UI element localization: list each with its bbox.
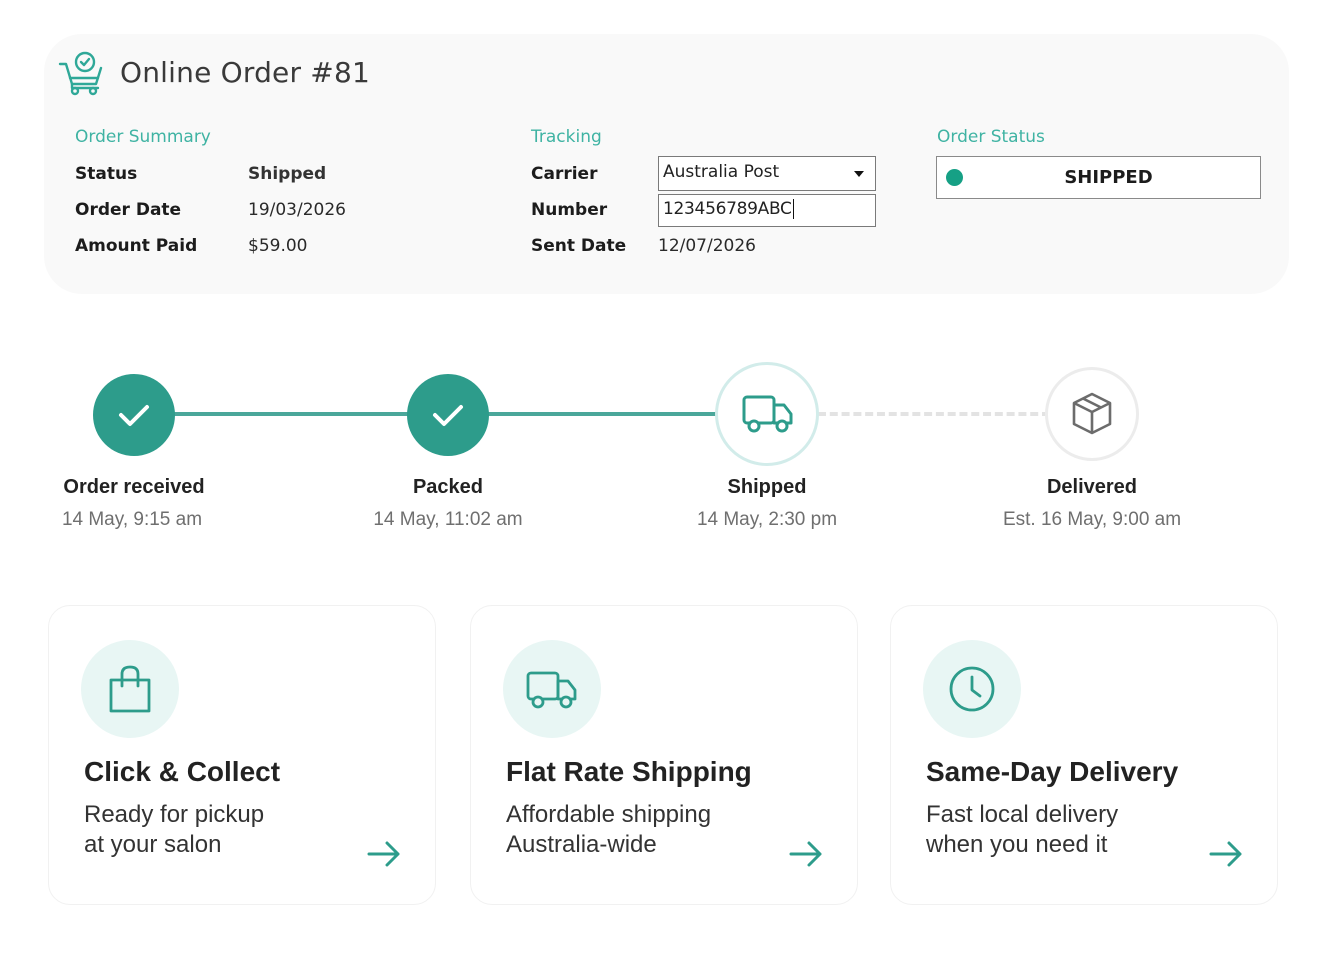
- tracking-number-value: 123456789ABC: [663, 199, 792, 219]
- order-date-value: 19/03/2026: [248, 200, 346, 220]
- arrow-right-icon[interactable]: [788, 839, 824, 869]
- carrier-label: Carrier: [531, 164, 598, 184]
- card-title: Click & Collect: [84, 756, 281, 787]
- step-shipped-label: Shipped: [727, 476, 807, 498]
- amount-paid-value: $59.00: [248, 236, 308, 256]
- carrier-select-value: Australia Post: [663, 162, 780, 182]
- page-title: Online Order #81: [120, 56, 370, 89]
- step-delivered-label: Delivered: [1046, 476, 1138, 498]
- status-label: Status: [75, 164, 138, 184]
- step-order-received-marker: [93, 374, 175, 456]
- check-icon: [433, 405, 463, 426]
- amount-paid-label: Amount Paid: [75, 236, 198, 256]
- step-order-received-label: Order received: [63, 476, 205, 498]
- cart-check-icon: [58, 50, 104, 98]
- step-packed-marker: [407, 374, 489, 456]
- card-description-line: Australia-wide: [506, 831, 657, 858]
- truck-icon: [526, 671, 577, 709]
- chevron-down-icon[interactable]: [854, 171, 864, 177]
- card-description-line: Fast local delivery: [926, 801, 1119, 828]
- card-icon-circle: [81, 640, 179, 738]
- sent-date-value: 12/07/2026: [658, 236, 756, 256]
- card-description-line: Ready for pickup: [84, 801, 265, 828]
- arrow-right-icon[interactable]: [1208, 839, 1244, 869]
- order-status-value: SHIPPED: [1064, 167, 1153, 188]
- number-label: Number: [531, 200, 608, 220]
- clock-icon: [949, 666, 995, 712]
- step-order-received-time: 14 May, 9:15 am: [61, 509, 203, 530]
- step-shipped-time: 14 May, 2:30 pm: [696, 509, 838, 530]
- truck-icon: [742, 395, 793, 433]
- order-status-heading: Order Status: [937, 127, 1045, 147]
- check-icon: [119, 405, 149, 426]
- card-description-line: Affordable shipping: [506, 801, 712, 828]
- progress-line-complete: [484, 412, 724, 416]
- card-same-day-delivery[interactable]: Same-Day Delivery Fast local delivery wh…: [890, 605, 1278, 905]
- card-icon-circle: [503, 640, 601, 738]
- card-flat-rate-shipping[interactable]: Flat Rate Shipping Affordable shipping A…: [470, 605, 858, 905]
- progress-line-complete: [170, 412, 416, 416]
- text-cursor: [792, 199, 794, 219]
- sent-date-label: Sent Date: [531, 236, 627, 256]
- step-packed-label: Packed: [412, 476, 484, 498]
- card-description-line: when you need it: [926, 831, 1108, 858]
- step-shipped-marker: [715, 362, 819, 466]
- card-click-collect[interactable]: Click & Collect Ready for pickup at your…: [48, 605, 436, 905]
- card-description-line: at your salon: [84, 831, 222, 858]
- status-value: Shipped: [248, 164, 327, 184]
- card-icon-circle: [923, 640, 1021, 738]
- box-icon: [1072, 392, 1112, 435]
- step-delivered-marker: [1045, 367, 1139, 461]
- tracking-number-input[interactable]: 123456789ABC: [658, 194, 876, 227]
- arrow-right-icon[interactable]: [366, 839, 402, 869]
- order-status-field[interactable]: SHIPPED: [936, 156, 1261, 199]
- order-summary-heading: Order Summary: [75, 127, 211, 147]
- card-title: Same-Day Delivery: [926, 756, 1179, 787]
- order-date-label: Order Date: [75, 200, 182, 220]
- step-delivered-time: Est. 16 May, 9:00 am: [1002, 509, 1182, 530]
- carrier-select[interactable]: Australia Post: [658, 156, 876, 191]
- shopping-bag-icon: [109, 665, 151, 713]
- tracking-heading: Tracking: [531, 127, 602, 147]
- step-packed-time: 14 May, 11:02 am: [373, 509, 523, 530]
- progress-line-pending: [818, 412, 1050, 416]
- order-panel: Online Order #81 Order Summary Status Sh…: [44, 34, 1289, 294]
- card-title: Flat Rate Shipping: [506, 756, 752, 787]
